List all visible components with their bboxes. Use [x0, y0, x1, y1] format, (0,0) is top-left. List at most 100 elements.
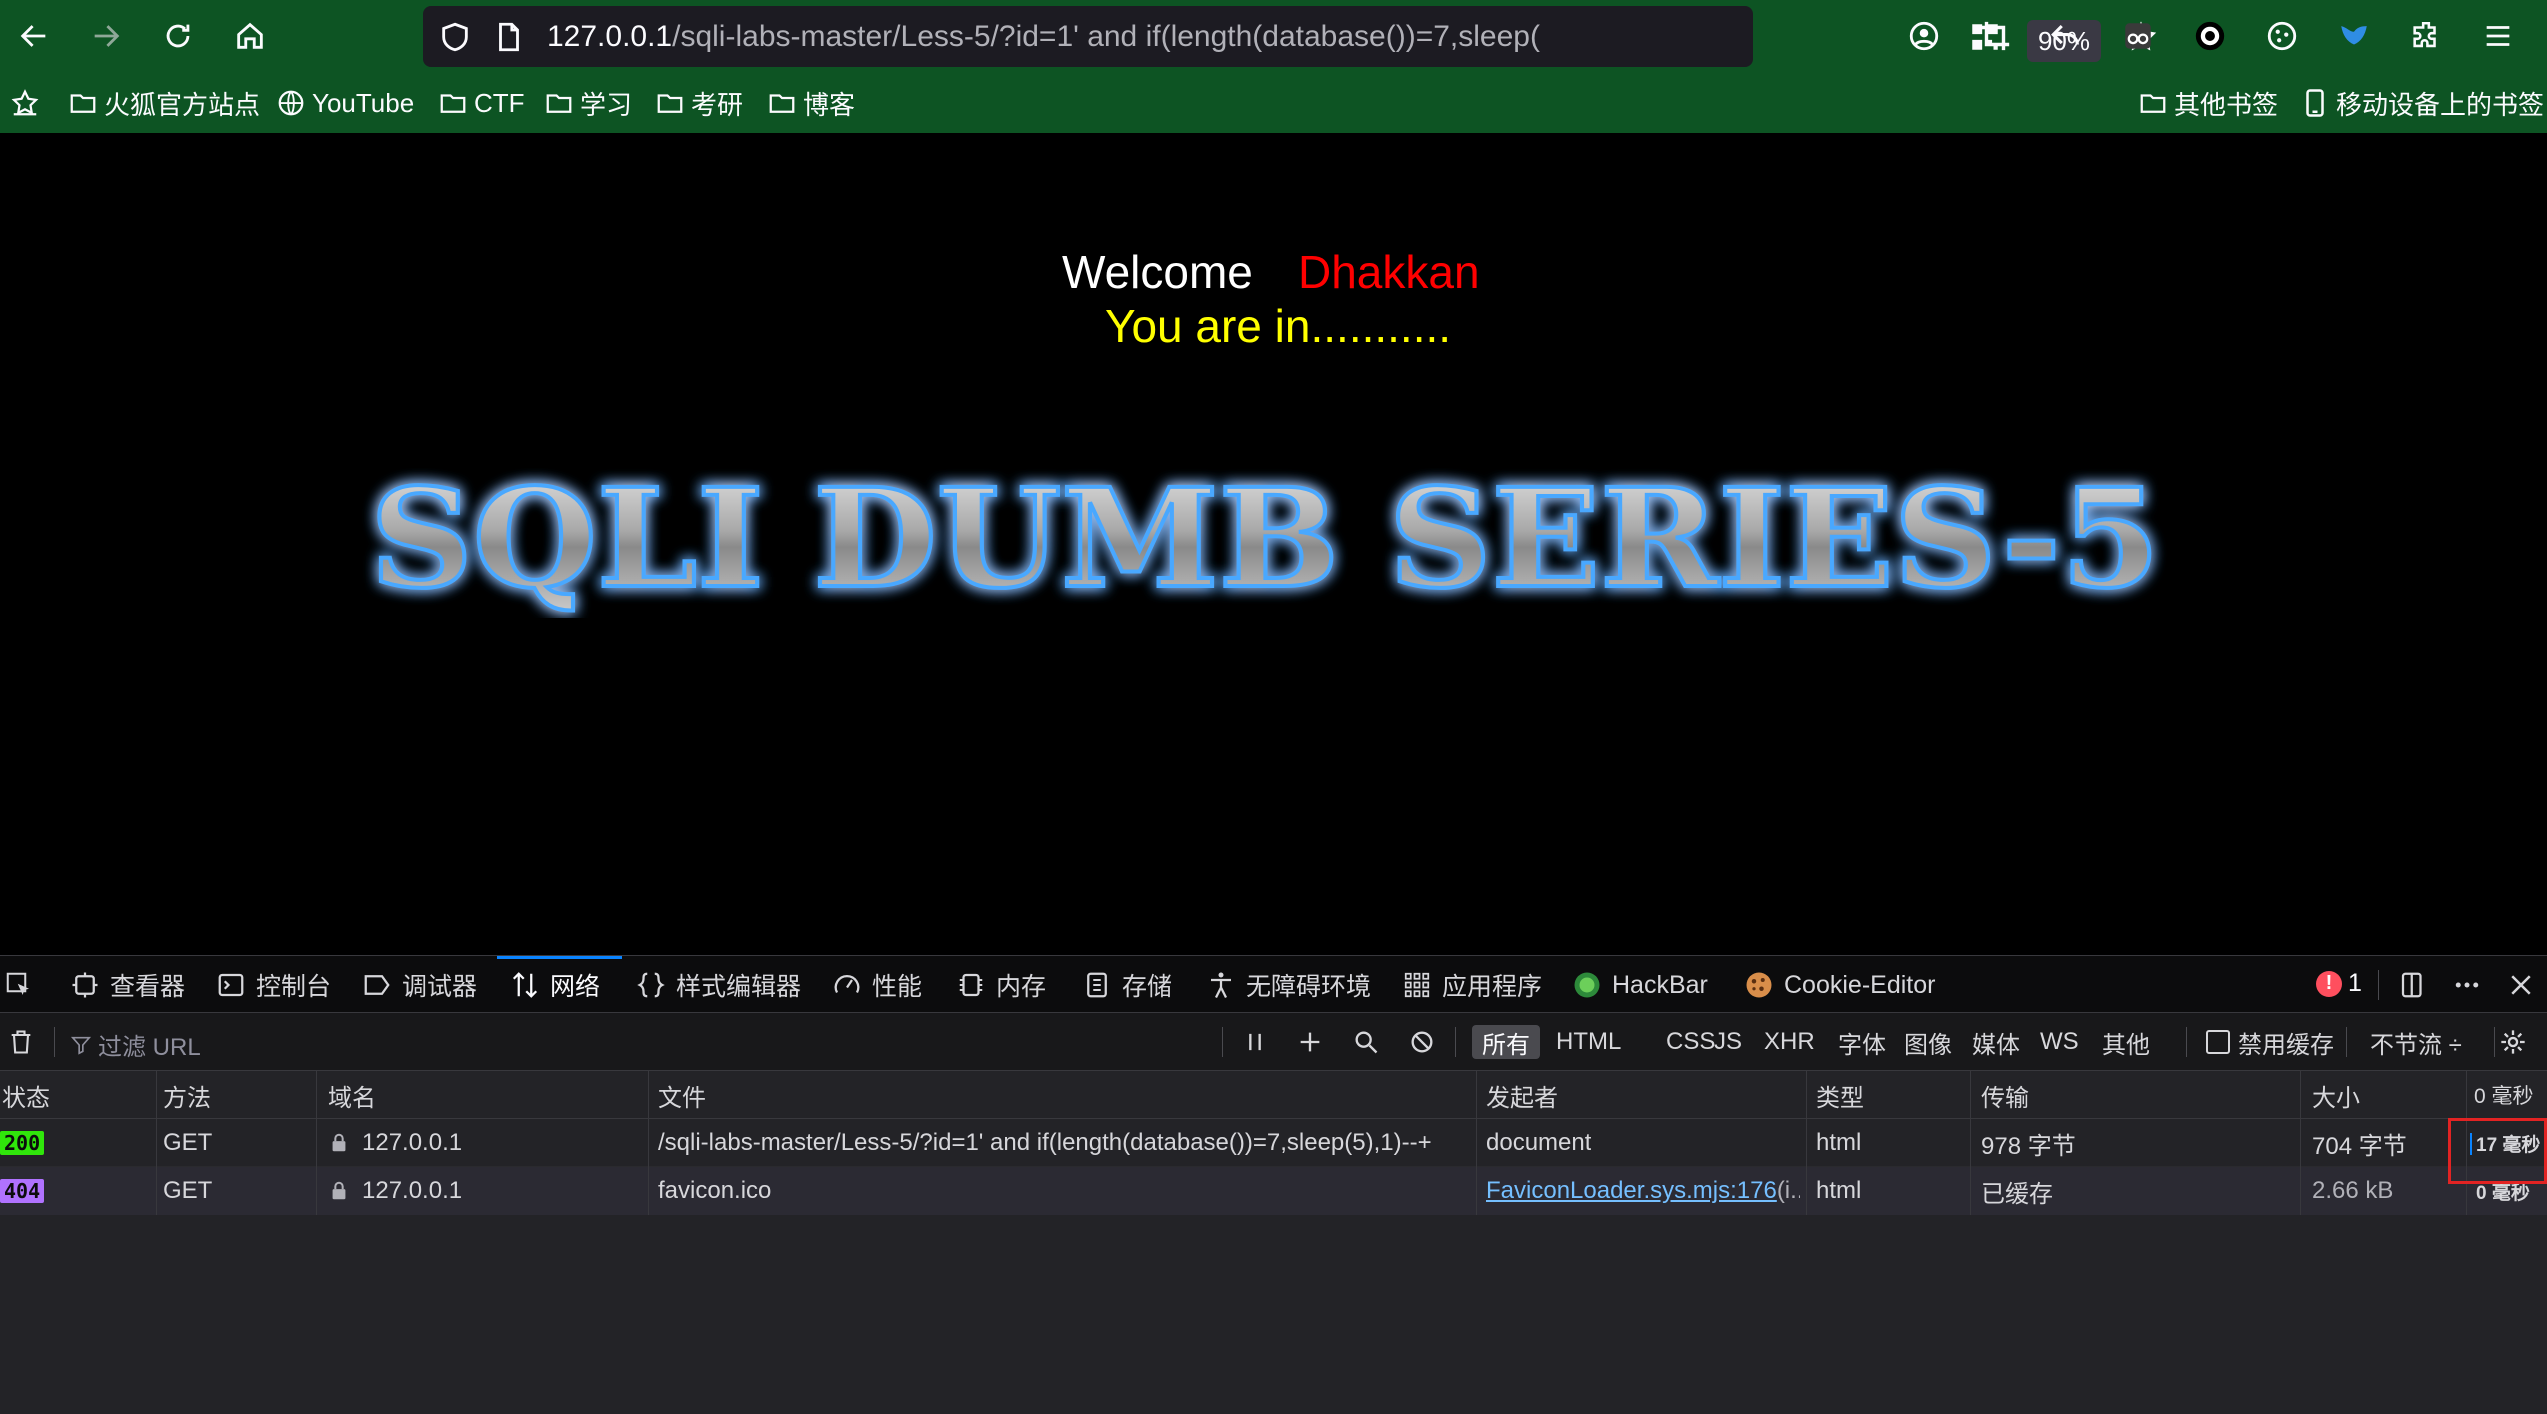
- network-arrows-icon: [512, 972, 538, 998]
- filter-media[interactable]: 媒体: [1962, 1025, 2030, 1059]
- filter-xhr[interactable]: XHR: [1754, 1025, 1825, 1059]
- tab-accessibility[interactable]: 无障碍环境: [1206, 966, 1371, 1004]
- bookmark-study[interactable]: 学习: [544, 85, 632, 121]
- tab-debugger[interactable]: 调试器: [362, 966, 477, 1004]
- url-bar[interactable]: 127.0.0.1/sqli-labs-master/Less-5/?id=1'…: [423, 6, 2157, 67]
- separator: [54, 1027, 55, 1057]
- crop-icon[interactable]: [1973, 14, 2017, 58]
- status-badge: 200: [0, 1131, 45, 1155]
- column-type[interactable]: 类型: [1816, 1071, 1864, 1119]
- bird-extension-icon[interactable]: [2332, 14, 2376, 58]
- welcome-name: Dhakkan: [1298, 246, 1480, 298]
- error-count-badge[interactable]: ! 1: [2316, 969, 2362, 998]
- element-picker-button[interactable]: [4, 966, 44, 1004]
- tab-inspector[interactable]: 查看器: [70, 966, 185, 1004]
- back-button[interactable]: [8, 10, 60, 62]
- reload-button[interactable]: [152, 10, 204, 62]
- block-icon: [1411, 1031, 1433, 1053]
- dock-toggle-button[interactable]: [2398, 966, 2438, 1004]
- request-initiator[interactable]: FaviconLoader.sys.mjs:176 (i...: [1486, 1167, 1800, 1215]
- devtools-close-button[interactable]: [2506, 966, 2546, 1004]
- undo-icon[interactable]: [2044, 14, 2088, 58]
- column-transferred[interactable]: 传输: [1981, 1071, 2029, 1119]
- folder-icon: [440, 94, 466, 113]
- initiator-link[interactable]: FaviconLoader.sys.mjs:176: [1486, 1177, 1777, 1205]
- filter-funnel-icon: [70, 1036, 92, 1055]
- filter-ws[interactable]: WS: [2030, 1025, 2089, 1059]
- search-button[interactable]: [1351, 1027, 1381, 1057]
- tab-network[interactable]: 网络: [510, 966, 600, 1004]
- separator: [1455, 1027, 1456, 1057]
- tab-storage[interactable]: 存储: [1082, 966, 1172, 1004]
- extension-circle-icon[interactable]: [2188, 14, 2232, 58]
- column-method[interactable]: 方法: [163, 1071, 211, 1119]
- cursor-picker-icon: [6, 972, 29, 995]
- tab-memory[interactable]: 内存: [956, 966, 1046, 1004]
- folder-icon: [769, 94, 795, 113]
- bookmark-youtube[interactable]: YouTube: [276, 85, 414, 121]
- filter-other[interactable]: 其他: [2092, 1025, 2160, 1059]
- filter-fonts[interactable]: 字体: [1828, 1025, 1896, 1059]
- network-settings-button[interactable]: [2498, 1027, 2528, 1057]
- request-transferred: 已缓存: [1981, 1180, 2053, 1208]
- shield-icon[interactable]: [433, 15, 477, 59]
- column-waterfall[interactable]: 0 毫秒: [2474, 1071, 2534, 1119]
- arrow-left-icon: [20, 25, 46, 47]
- column-size[interactable]: 大小: [2312, 1071, 2360, 1119]
- bookmark-kaoyan[interactable]: 考研: [655, 85, 743, 121]
- separator: [2494, 1027, 2495, 1057]
- pause-icon: [1249, 1033, 1261, 1051]
- filter-js[interactable]: JS: [1704, 1025, 1752, 1059]
- bookmark-mobile[interactable]: 移动设备上的书签: [2300, 85, 2544, 121]
- devtools-more-button[interactable]: [2452, 966, 2492, 1004]
- extensions-puzzle-icon[interactable]: [2404, 14, 2448, 58]
- folder-icon: [70, 94, 96, 113]
- gear-icon: [2501, 1030, 2525, 1054]
- login-status-text: You are in...........: [1105, 300, 1452, 352]
- cookie-icon: [1746, 972, 1772, 998]
- tab-hackbar[interactable]: HackBar: [1572, 966, 1708, 1004]
- pause-button[interactable]: [1240, 1027, 1270, 1057]
- tab-style-editor[interactable]: 样式编辑器: [636, 966, 801, 1004]
- timing-highlight-box: [2448, 1118, 2547, 1184]
- clear-requests-button[interactable]: [6, 1027, 36, 1057]
- extension-glasses-icon[interactable]: [2116, 14, 2160, 58]
- tab-performance[interactable]: 性能: [832, 966, 922, 1004]
- forward-button[interactable]: [80, 10, 132, 62]
- lock-icon: [332, 1133, 346, 1152]
- plus-icon: [1300, 1032, 1320, 1052]
- table-row[interactable]: 404 GET 127.0.0.1 favicon.ico FaviconLoa…: [0, 1167, 2547, 1215]
- tab-cookie-editor[interactable]: Cookie-Editor: [1744, 966, 1935, 1004]
- search-icon: [1355, 1031, 1378, 1054]
- filter-html[interactable]: HTML: [1546, 1025, 1631, 1059]
- home-button[interactable]: [224, 10, 276, 62]
- add-request-button[interactable]: [1295, 1027, 1325, 1057]
- menu-icon[interactable]: [2476, 14, 2520, 58]
- url-text[interactable]: 127.0.0.1/sqli-labs-master/Less-5/?id=1'…: [547, 20, 1557, 54]
- bookmark-blog[interactable]: 博客: [767, 85, 855, 121]
- filter-url-input[interactable]: 过滤 URL: [70, 1027, 201, 1062]
- bookmark-firefox-sites[interactable]: 火狐官方站点: [68, 85, 260, 121]
- column-file[interactable]: 文件: [658, 1071, 706, 1119]
- filter-all[interactable]: 所有: [1472, 1025, 1540, 1059]
- network-filter-bar: 过滤 URL 所有 HTML CSS JS XHR 字体 图像 媒体 WS 其他…: [0, 1013, 2547, 1071]
- page-icon[interactable]: [487, 15, 531, 59]
- throttling-select[interactable]: 不节流 ÷: [2360, 1025, 2472, 1059]
- tab-console[interactable]: 控制台: [216, 966, 331, 1004]
- arrow-right-icon: [94, 25, 120, 47]
- table-row[interactable]: 200 GET 127.0.0.1 /sqli-labs-master/Less…: [0, 1119, 2547, 1167]
- filter-images[interactable]: 图像: [1894, 1025, 1962, 1059]
- cookie-icon[interactable]: [2260, 14, 2304, 58]
- column-domain[interactable]: 域名: [328, 1071, 376, 1119]
- block-requests-button[interactable]: [1407, 1027, 1437, 1057]
- bookmark-other[interactable]: 其他书签: [2138, 85, 2278, 121]
- column-status[interactable]: 状态: [2, 1071, 50, 1119]
- column-initiator[interactable]: 发起者: [1486, 1071, 1558, 1119]
- request-transferred: 978 字节: [1981, 1132, 2076, 1160]
- status-badge: 404: [0, 1179, 45, 1203]
- tab-application[interactable]: 应用程序: [1402, 966, 1542, 1004]
- disable-cache-checkbox[interactable]: 禁用缓存: [2196, 1025, 2344, 1059]
- bookmark-star-icon[interactable]: [10, 85, 46, 121]
- account-icon[interactable]: [1902, 14, 1946, 58]
- bookmark-ctf[interactable]: CTF: [438, 85, 525, 121]
